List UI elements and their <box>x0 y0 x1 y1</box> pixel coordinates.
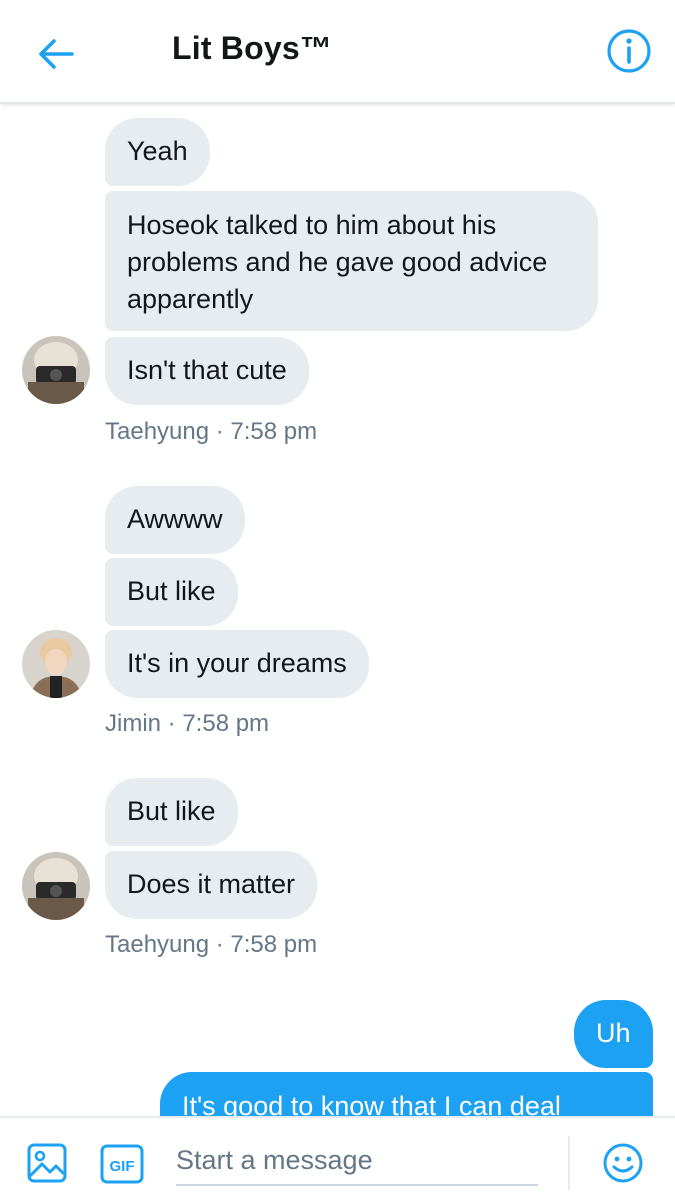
message-bubble[interactable]: But like <box>105 558 238 626</box>
message-bubble[interactable]: Yeah <box>105 118 210 186</box>
avatar-taehyung[interactable] <box>22 336 90 404</box>
message-text-line: apparently <box>127 284 254 314</box>
image-icon[interactable] <box>26 1142 68 1184</box>
avatar-jimin[interactable] <box>22 630 90 698</box>
message-composer: GIF <box>0 1116 675 1200</box>
message-bubble[interactable]: Isn't that cute <box>105 337 309 405</box>
conversation-title: Lit Boys™ <box>172 30 333 66</box>
gif-label: GIF <box>110 1158 135 1175</box>
message-text: But like <box>127 796 216 826</box>
message-text-line: problems and he gave good advice <box>127 247 548 277</box>
message-text: Isn't that cute <box>127 355 287 385</box>
message-text: It's good to know that I can deal <box>182 1091 561 1116</box>
message-bubble[interactable]: But like <box>105 778 238 846</box>
message-bubble-outgoing[interactable]: Uh <box>574 1000 653 1068</box>
message-bubble-outgoing[interactable]: It's good to know that I can deal <box>160 1072 653 1116</box>
smiley-icon[interactable] <box>602 1142 644 1184</box>
composer-divider <box>568 1136 570 1190</box>
arrow-left-icon[interactable] <box>34 32 78 76</box>
message-text: Awwww <box>127 504 223 534</box>
gif-button[interactable]: GIF <box>100 1144 144 1184</box>
message-text: Uh <box>596 1018 631 1048</box>
message-thread[interactable]: Yeah Hoseok talked to him about his prob… <box>0 106 675 1116</box>
avatar-image <box>22 336 90 404</box>
conversation-header: Lit Boys™ <box>0 0 675 104</box>
avatar-image <box>22 852 90 920</box>
gif-icon: GIF <box>100 1144 144 1184</box>
message-bubble[interactable]: Awwww <box>105 486 245 554</box>
message-text: Yeah <box>127 136 188 166</box>
message-meta: Taehyung · 7:58 pm <box>105 418 318 445</box>
message-meta: Taehyung · 7:58 pm <box>105 931 318 958</box>
message-bubble[interactable]: Hoseok talked to him about his problems … <box>105 191 598 331</box>
message-text-line: Hoseok talked to him about his <box>127 210 497 240</box>
message-bubble[interactable]: Does it matter <box>105 851 318 919</box>
info-icon[interactable] <box>606 28 652 74</box>
message-text: It's in your dreams <box>127 648 347 678</box>
message-input[interactable] <box>176 1136 538 1186</box>
message-meta: Jimin · 7:58 pm <box>105 710 270 737</box>
message-text: Does it matter <box>127 869 296 899</box>
message-text: But like <box>127 576 216 606</box>
avatar-taehyung[interactable] <box>22 852 90 920</box>
message-bubble[interactable]: It's in your dreams <box>105 630 369 698</box>
avatar-image <box>22 630 90 698</box>
